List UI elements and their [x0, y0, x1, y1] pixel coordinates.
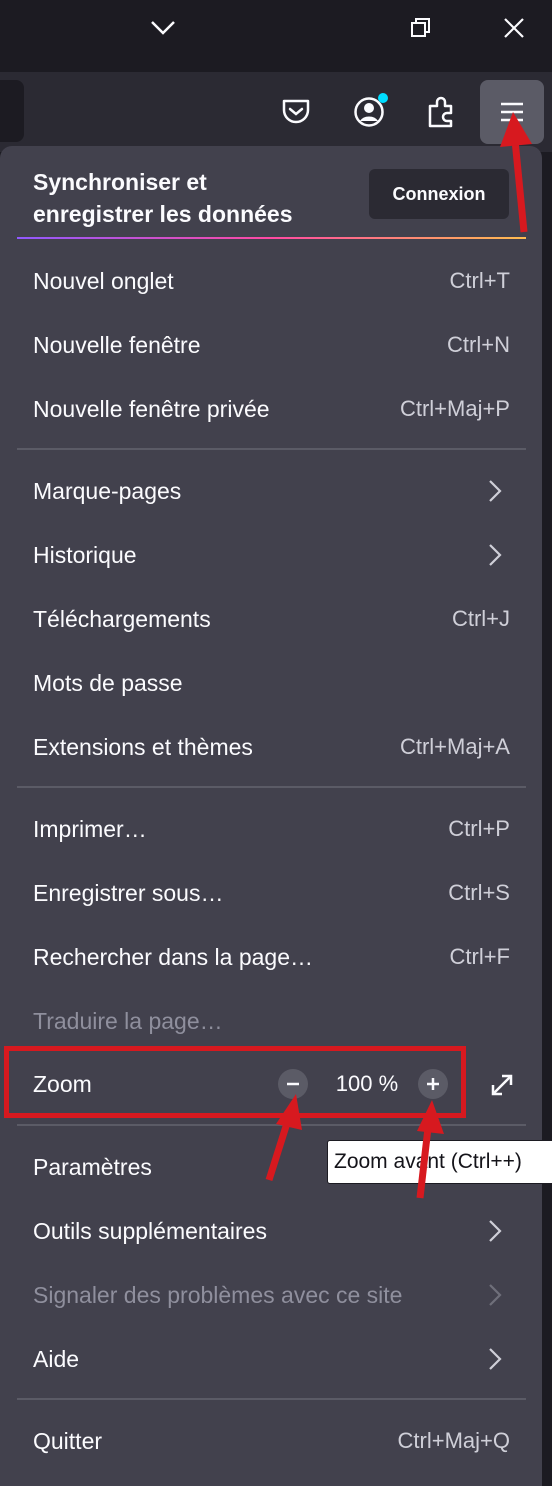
title-bar — [0, 0, 552, 72]
menu-item-downloads[interactable]: Téléchargements Ctrl+J — [17, 591, 526, 647]
menu-item-passwords[interactable]: Mots de passe — [17, 655, 526, 711]
chevron-right-icon — [489, 544, 502, 566]
gradient-separator — [17, 237, 526, 239]
separator — [17, 786, 526, 788]
chevron-right-icon — [489, 1220, 502, 1242]
navigation-toolbar — [0, 72, 552, 152]
menu-item-new-window[interactable]: Nouvelle fenêtre Ctrl+N — [17, 317, 526, 373]
hamburger-menu-icon[interactable] — [480, 80, 544, 144]
menu-item-quit[interactable]: Quitter Ctrl+Maj+Q — [17, 1413, 526, 1469]
notification-dot — [378, 93, 388, 103]
restore-icon[interactable] — [401, 8, 441, 48]
menu-item-report-site-issue: Signaler des problèmes avec ce site — [17, 1267, 526, 1323]
menu-item-help[interactable]: Aide — [17, 1331, 526, 1387]
chevron-down-icon[interactable] — [143, 8, 183, 48]
separator — [17, 1124, 526, 1126]
url-bar[interactable] — [0, 80, 24, 142]
menu-item-new-private-window[interactable]: Nouvelle fenêtre privée Ctrl+Maj+P — [17, 381, 526, 437]
menu-item-history[interactable]: Historique — [17, 527, 526, 583]
menu-item-new-tab[interactable]: Nouvel onglet Ctrl+T — [17, 253, 526, 309]
separator — [17, 448, 526, 450]
pocket-icon[interactable] — [274, 90, 318, 134]
app-menu-panel: Synchroniser et enregistrer les données … — [0, 146, 542, 1486]
chevron-right-icon — [489, 1284, 502, 1306]
menu-item-bookmarks[interactable]: Marque-pages — [17, 463, 526, 519]
zoom-in-tooltip: Zoom avant (Ctrl++) — [327, 1140, 552, 1184]
menu-item-save-as[interactable]: Enregistrer sous… Ctrl+S — [17, 865, 526, 921]
menu-item-more-tools[interactable]: Outils supplémentaires — [17, 1203, 526, 1259]
menu-item-find-in-page[interactable]: Rechercher dans la page… Ctrl+F — [17, 929, 526, 985]
menu-item-translate-page: Traduire la page… — [33, 1008, 223, 1034]
chevron-right-icon — [489, 480, 502, 502]
sync-title: Synchroniser et enregistrer les données — [33, 169, 293, 227]
extensions-icon[interactable] — [419, 90, 463, 134]
menu-item-addons-themes[interactable]: Extensions et thèmes Ctrl+Maj+A — [17, 719, 526, 775]
connexion-button[interactable]: Connexion — [369, 169, 509, 219]
menu-item-print[interactable]: Imprimer… Ctrl+P — [17, 801, 526, 857]
close-icon[interactable] — [494, 8, 534, 48]
fullscreen-icon[interactable] — [487, 1070, 517, 1100]
separator — [17, 1398, 526, 1400]
zoom-highlight-box — [4, 1046, 466, 1118]
chevron-right-icon — [489, 1348, 502, 1370]
